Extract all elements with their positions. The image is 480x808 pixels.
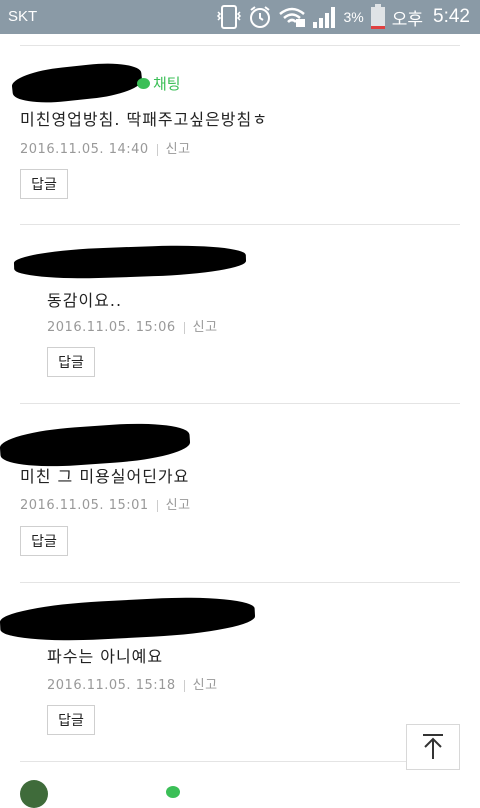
comment-meta: 2016.11.05. 14:40 신고 (20, 138, 191, 157)
comment-date: 2016.11.05. 15:01 (20, 498, 149, 513)
carrier-label: SKT (8, 8, 38, 25)
report-link[interactable]: 신고 (166, 498, 191, 513)
divider (20, 45, 460, 46)
alarm-icon (249, 6, 270, 28)
chat-bubble-icon (137, 78, 150, 89)
reply-button[interactable]: 답글 (20, 169, 68, 199)
scroll-top-button[interactable] (406, 724, 460, 770)
divider (20, 224, 460, 225)
status-bar: SKT 3% 오후 5:42 (0, 0, 480, 34)
comment-meta: 2016.11.05. 15:06 신고 (47, 316, 218, 335)
signal-icon (312, 7, 335, 28)
comment-date: 2016.11.05. 15:18 (47, 678, 176, 693)
wifi-icon (278, 7, 305, 27)
arrow-up-icon (423, 734, 443, 759)
report-link[interactable]: 신고 (193, 320, 218, 335)
status-clock: 5:42 (433, 6, 470, 27)
comment-text: 미친영업방침. 딱패주고싶은방침ㅎ (20, 110, 268, 129)
comment-text: 파수는 아니예요 (47, 647, 164, 666)
vibrate-icon (216, 5, 241, 29)
report-link[interactable]: 신고 (166, 142, 191, 157)
reply-button[interactable]: 답글 (47, 347, 95, 377)
time-ampm: 오후 (391, 9, 424, 29)
comment-meta: 2016.11.05. 15:01 신고 (20, 494, 191, 513)
comment-date: 2016.11.05. 14:40 (20, 142, 149, 157)
divider (20, 761, 460, 762)
reply-button[interactable]: 답글 (47, 705, 95, 735)
divider (20, 582, 460, 583)
avatar (20, 780, 48, 808)
chat-link[interactable]: 채팅 (137, 73, 181, 94)
chat-label: 채팅 (153, 75, 181, 93)
divider (20, 403, 460, 404)
comment-text: 미친 그 미용실어딘가요 (20, 467, 190, 486)
report-link[interactable]: 신고 (193, 678, 218, 693)
reply-button[interactable]: 답글 (20, 526, 68, 556)
redacted-username (13, 242, 247, 282)
comment-date: 2016.11.05. 15:06 (47, 320, 176, 335)
status-icons: 3% 오후 5:42 (216, 4, 470, 30)
battery-percent: 3% (343, 9, 364, 25)
battery-icon (370, 4, 385, 29)
comment-text: 동감이요.. (47, 291, 123, 310)
redacted-username (0, 593, 256, 645)
chat-bubble-icon (166, 786, 180, 798)
comment-meta: 2016.11.05. 15:18 신고 (47, 674, 218, 693)
redacted-username (10, 59, 144, 107)
